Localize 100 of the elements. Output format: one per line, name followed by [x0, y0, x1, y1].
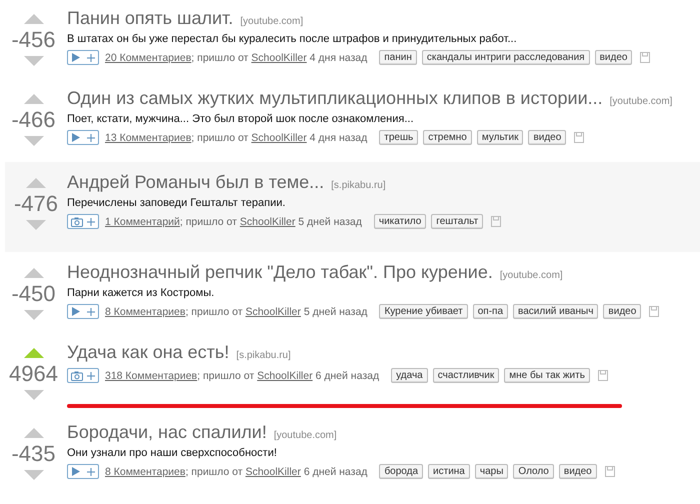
add-media-button[interactable] — [67, 464, 99, 479]
tag[interactable]: видео — [603, 304, 642, 319]
plus-icon — [87, 468, 95, 476]
add-media-button[interactable] — [67, 50, 99, 65]
tag[interactable]: панин — [379, 50, 417, 65]
author-link[interactable]: SchoolKiller — [245, 466, 301, 478]
floppy-save-icon[interactable] — [491, 216, 502, 227]
source-domain: [s.pikabu.ru] — [236, 350, 291, 361]
post-time: 4 дня назад — [310, 52, 368, 64]
comments-link[interactable]: 20 Комментариев — [105, 52, 192, 64]
upvote-arrow-icon[interactable] — [24, 348, 44, 358]
upvote-arrow-icon[interactable] — [24, 268, 44, 278]
downvote-arrow-icon[interactable] — [24, 56, 44, 66]
post-time: 6 дней назад — [316, 370, 380, 382]
tag[interactable]: василий иваныч — [513, 304, 598, 319]
source-domain: [s.pikabu.ru] — [331, 180, 386, 191]
play-icon — [71, 133, 80, 142]
author-link[interactable]: SchoolKiller — [251, 132, 307, 144]
tag[interactable]: мультик — [476, 130, 524, 145]
downvote-arrow-icon[interactable] — [26, 220, 46, 230]
via-text: ; пришло от — [185, 306, 243, 318]
rating: -450 — [11, 280, 56, 308]
downvote-arrow-icon[interactable] — [24, 470, 44, 480]
author-link[interactable]: SchoolKiller — [245, 306, 301, 318]
tag[interactable]: Курение убивает — [379, 304, 468, 319]
via-text: ; пришло от — [191, 132, 248, 144]
comments-link[interactable]: 13 Комментариев — [105, 132, 192, 144]
tag[interactable]: Ололо — [513, 464, 554, 479]
source-domain: [youtube.com] — [500, 270, 563, 281]
rating: 4964 — [9, 360, 58, 388]
upvote-arrow-icon[interactable] — [24, 428, 44, 438]
tag[interactable]: скандалы интриги расследования — [422, 50, 590, 65]
post-description: Они узнали про наши сверхспособности! — [67, 447, 278, 459]
play-icon — [71, 307, 80, 316]
tag[interactable]: чикатило — [374, 214, 426, 229]
comments-link[interactable]: 8 Комментариев — [105, 466, 186, 478]
add-media-button[interactable] — [67, 368, 99, 383]
post-title: Андрей Романыч был в теме... — [67, 172, 324, 193]
tag[interactable]: видео — [594, 50, 632, 65]
add-media-button[interactable] — [67, 130, 99, 145]
tag[interactable]: оп-па — [472, 304, 508, 319]
add-media-button[interactable] — [67, 304, 99, 319]
comments-link[interactable]: 8 Комментариев — [105, 306, 186, 318]
tag[interactable]: видео — [558, 464, 597, 479]
via-text: ; пришло от — [191, 52, 248, 64]
tag[interactable]: чары — [474, 464, 508, 479]
post-time: 5 дней назад — [304, 306, 368, 318]
plus-icon — [87, 134, 95, 142]
floppy-save-icon[interactable] — [640, 52, 650, 63]
camera-icon — [71, 370, 83, 380]
plus-icon — [87, 54, 95, 62]
floppy-save-icon[interactable] — [604, 466, 615, 477]
upvote-arrow-icon[interactable] — [26, 178, 46, 188]
post-description: В штатах он бы уже перестал бы куралесить после штрафов и принудительных работ... — [67, 33, 518, 45]
via-text: ; пришло от — [185, 466, 243, 478]
downvote-arrow-icon[interactable] — [24, 310, 44, 320]
plus-icon — [87, 308, 95, 316]
post-time: 5 дней назад — [298, 216, 362, 228]
tag[interactable]: борода — [379, 464, 424, 479]
tag[interactable]: стремно — [423, 130, 472, 145]
author-link[interactable]: SchoolKiller — [257, 370, 313, 382]
post-title: Один из самых жутких мультипликационных клипов в истории... — [67, 88, 603, 109]
play-icon — [71, 53, 80, 62]
tag[interactable]: счастливчик — [432, 368, 500, 383]
tag[interactable]: удача — [391, 368, 428, 383]
tag[interactable]: истина — [428, 464, 470, 479]
post-time: 6 дней назад — [304, 466, 368, 478]
tag[interactable]: видео — [528, 130, 566, 145]
tag[interactable]: гештальт — [431, 214, 484, 229]
source-domain: [youtube.com] — [240, 16, 304, 27]
comments-link[interactable]: 1 Комментарий — [105, 216, 180, 228]
rating: -456 — [11, 26, 56, 54]
post-title: Неоднозначный репчик "Дело табак". Про курение. — [67, 262, 493, 283]
post-title: Панин опять шалит. — [67, 8, 234, 29]
post-description: Поет, кстати, мужчина... Это был второй шок после ознакомления... — [67, 113, 415, 125]
post-description: Перечислены заповеди Гештальт терапии. — [67, 197, 286, 209]
post-title: Удача как она есть! — [67, 342, 230, 363]
author-link[interactable]: SchoolKiller — [240, 216, 296, 228]
camera-icon — [71, 216, 83, 226]
floppy-save-icon[interactable] — [649, 306, 660, 317]
upvote-arrow-icon[interactable] — [24, 14, 44, 24]
comments-link[interactable]: 318 Комментариев — [105, 370, 198, 382]
via-text: ; пришло от — [180, 216, 237, 228]
floppy-save-icon[interactable] — [574, 132, 584, 143]
floppy-save-icon[interactable] — [598, 370, 608, 381]
source-domain: [youtube.com] — [274, 430, 337, 441]
post-description: Парни кажется из Костромы. — [67, 287, 216, 299]
upvote-arrow-icon[interactable] — [24, 94, 44, 104]
plus-icon — [87, 218, 95, 226]
rating: -466 — [11, 106, 56, 134]
post-title: Бородачи, нас спалили! — [67, 422, 267, 443]
downvote-arrow-icon[interactable] — [24, 136, 44, 146]
rating: -476 — [14, 190, 58, 218]
plus-icon — [87, 372, 95, 380]
author-link[interactable]: SchoolKiller — [251, 52, 307, 64]
tag[interactable]: мне бы так жить — [504, 368, 590, 383]
tag[interactable]: трешь — [379, 130, 418, 145]
via-text: ; пришло от — [197, 370, 254, 382]
add-media-button[interactable] — [67, 214, 99, 229]
downvote-arrow-icon[interactable] — [24, 390, 44, 400]
